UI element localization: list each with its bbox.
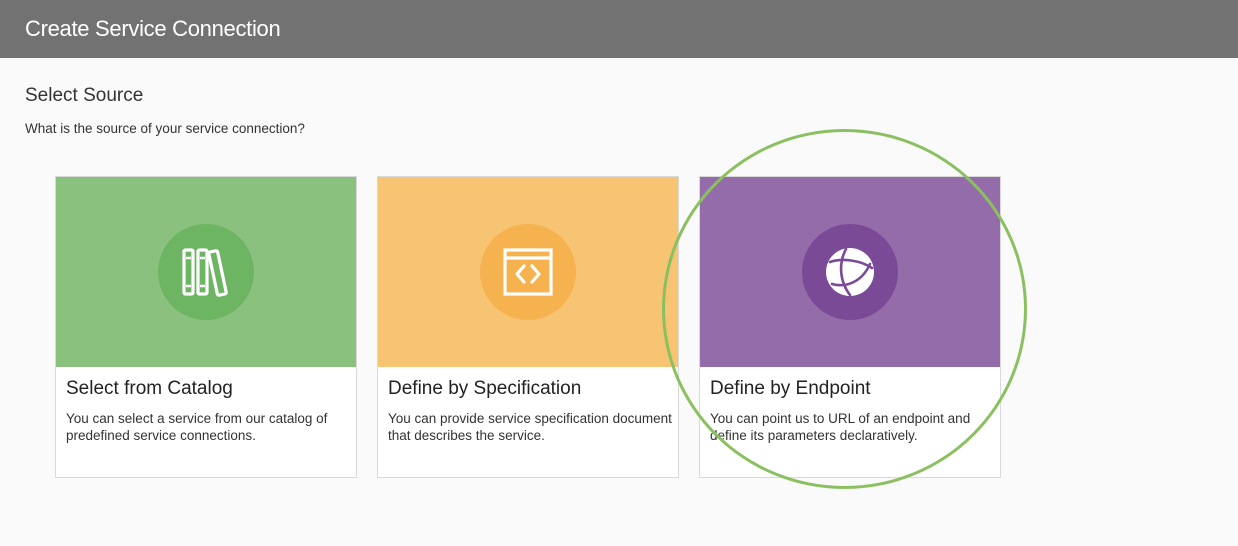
card-banner: [378, 177, 678, 367]
globe-orbit-icon: [802, 224, 898, 320]
section-subtitle: What is the source of your service conne…: [25, 121, 305, 136]
code-window-icon: [480, 224, 576, 320]
card-title: Define by Endpoint: [710, 378, 871, 399]
card-description: You can point us to URL of an endpoint a…: [710, 411, 971, 443]
card-define-by-specification[interactable]: Define by Specification You can provide …: [377, 176, 679, 478]
card-description: You can provide service specification do…: [388, 411, 672, 443]
card-define-by-endpoint[interactable]: Define by Endpoint You can point us to U…: [699, 176, 1001, 478]
card-title: Define by Specification: [388, 378, 582, 399]
card-select-from-catalog[interactable]: Select from Catalog You can select a ser…: [55, 176, 357, 478]
card-banner: [700, 177, 1000, 367]
card-banner: [56, 177, 356, 367]
card-title: Select from Catalog: [66, 378, 233, 399]
header-bar: Create Service Connection: [0, 0, 1238, 58]
books-icon: [158, 224, 254, 320]
section-title: Select Source: [25, 85, 144, 106]
card-description: You can select a service from our catalo…: [66, 411, 328, 443]
page-title: Create Service Connection: [25, 16, 281, 41]
